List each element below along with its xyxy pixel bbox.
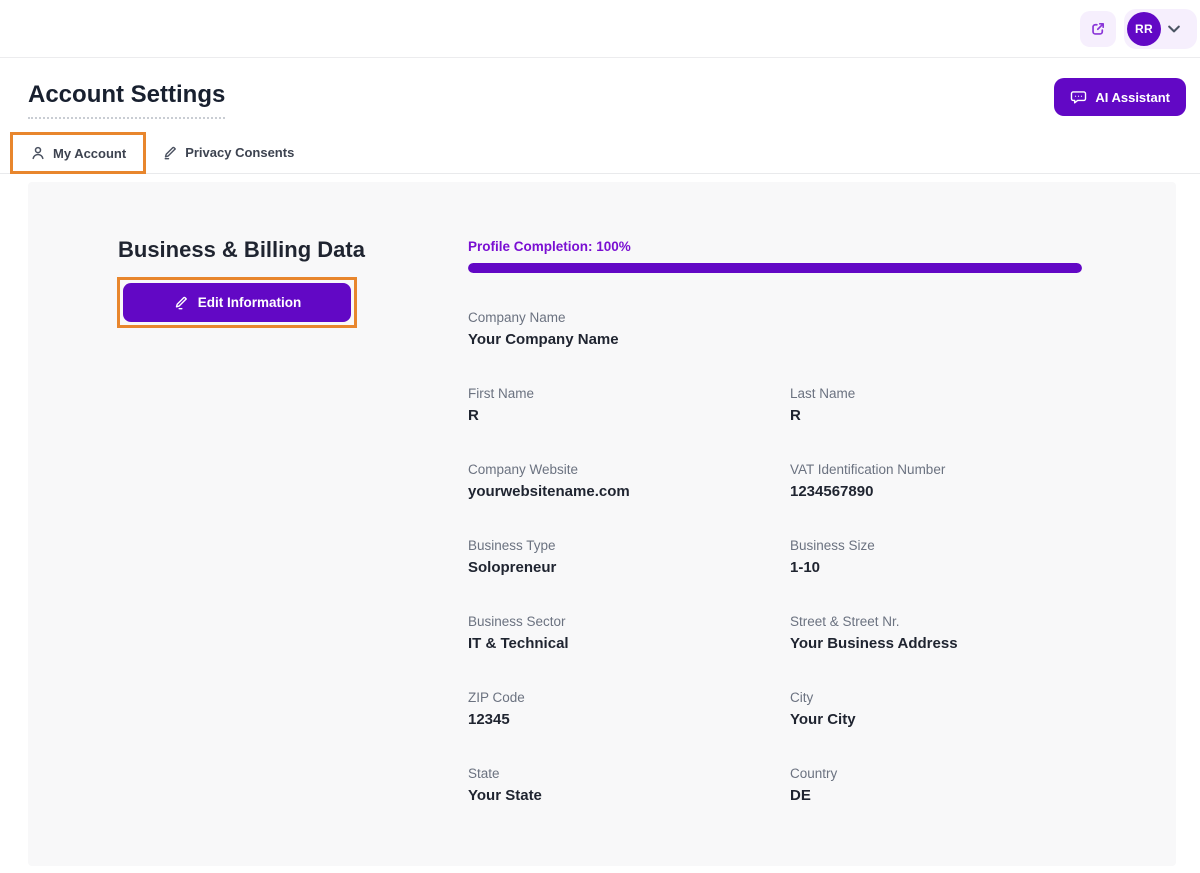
field-value: yourwebsitename.com xyxy=(468,482,790,502)
field-label: Company Website xyxy=(468,462,790,478)
field-label: Country xyxy=(790,766,1082,782)
business-billing-panel: Business & Billing Data Edit Information… xyxy=(28,182,1176,866)
ai-assistant-button[interactable]: AI Assistant xyxy=(1054,78,1186,116)
field-company-website: Company Website yourwebsitename.com xyxy=(468,462,790,502)
field-value: 12345 xyxy=(468,710,790,730)
field-value: Your City xyxy=(790,710,1082,730)
field-label: City xyxy=(790,690,1082,706)
page-header: Account Settings AI Assistant xyxy=(0,58,1200,119)
field-value: IT & Technical xyxy=(468,634,790,654)
page-title: Account Settings xyxy=(28,80,225,119)
tab-my-account[interactable]: My Account xyxy=(13,145,143,161)
field-label: VAT Identification Number xyxy=(790,462,1082,478)
annotation-box-my-account: My Account xyxy=(10,132,146,174)
field-street: Street & Street Nr. Your Business Addres… xyxy=(790,614,1082,654)
field-value: 1-10 xyxy=(790,558,1082,578)
field-value: Solopreneur xyxy=(468,558,790,578)
edit-information-label: Edit Information xyxy=(198,295,302,310)
field-company-name: Company Name Your Company Name xyxy=(468,310,1082,350)
tab-my-account-label: My Account xyxy=(53,146,126,161)
field-label: Business Sector xyxy=(468,614,790,630)
field-value: Your Business Address xyxy=(790,634,1082,654)
field-first-name: First Name R xyxy=(468,386,790,426)
field-label: First Name xyxy=(468,386,790,402)
pencil-icon xyxy=(173,295,189,311)
topbar: RR xyxy=(0,0,1200,58)
field-value: 1234567890 xyxy=(790,482,1082,502)
edit-information-button[interactable]: Edit Information xyxy=(123,283,351,322)
profile-data-column: Profile Completion: 100% Company Name Yo… xyxy=(468,239,1082,806)
field-label: ZIP Code xyxy=(468,690,790,706)
field-label: Last Name xyxy=(790,386,1082,402)
chat-bubble-icon xyxy=(1070,89,1087,106)
external-link-button[interactable] xyxy=(1080,11,1116,47)
fields-grid: Company Name Your Company Name First Nam… xyxy=(468,310,1082,806)
field-label: Business Size xyxy=(790,538,1082,554)
profile-completion-fill xyxy=(468,263,1082,273)
field-country: Country DE xyxy=(790,766,1082,806)
field-value: Your State xyxy=(468,786,790,806)
field-value: DE xyxy=(790,786,1082,806)
profile-completion-label: Profile Completion: 100% xyxy=(468,239,1082,254)
tab-privacy-consents[interactable]: Privacy Consents xyxy=(146,132,310,173)
section-title: Business & Billing Data xyxy=(118,237,365,263)
field-last-name: Last Name R xyxy=(790,386,1082,426)
field-label: Street & Street Nr. xyxy=(790,614,1082,630)
field-business-size: Business Size 1-10 xyxy=(790,538,1082,578)
field-value: R xyxy=(790,406,1082,426)
user-icon xyxy=(30,145,46,161)
field-state: State Your State xyxy=(468,766,790,806)
user-menu[interactable]: RR xyxy=(1124,9,1197,49)
tab-privacy-consents-label: Privacy Consents xyxy=(185,145,294,160)
field-label: Company Name xyxy=(468,310,1082,326)
field-business-sector: Business Sector IT & Technical xyxy=(468,614,790,654)
field-value: Your Company Name xyxy=(468,330,1082,350)
annotation-box-edit-information: Edit Information xyxy=(117,277,357,328)
field-label: Business Type xyxy=(468,538,790,554)
field-city: City Your City xyxy=(790,690,1082,730)
field-label: State xyxy=(468,766,790,782)
field-business-type: Business Type Solopreneur xyxy=(468,538,790,578)
field-vat-number: VAT Identification Number 1234567890 xyxy=(790,462,1082,502)
chevron-down-icon xyxy=(1168,25,1180,33)
ai-assistant-label: AI Assistant xyxy=(1095,90,1170,105)
field-zip-code: ZIP Code 12345 xyxy=(468,690,790,730)
tabs-bar: My Account Privacy Consents xyxy=(0,132,1200,174)
profile-completion-bar xyxy=(468,263,1082,273)
external-link-icon xyxy=(1089,20,1107,38)
avatar: RR xyxy=(1127,12,1161,46)
field-value: R xyxy=(468,406,790,426)
pencil-icon xyxy=(162,145,178,161)
